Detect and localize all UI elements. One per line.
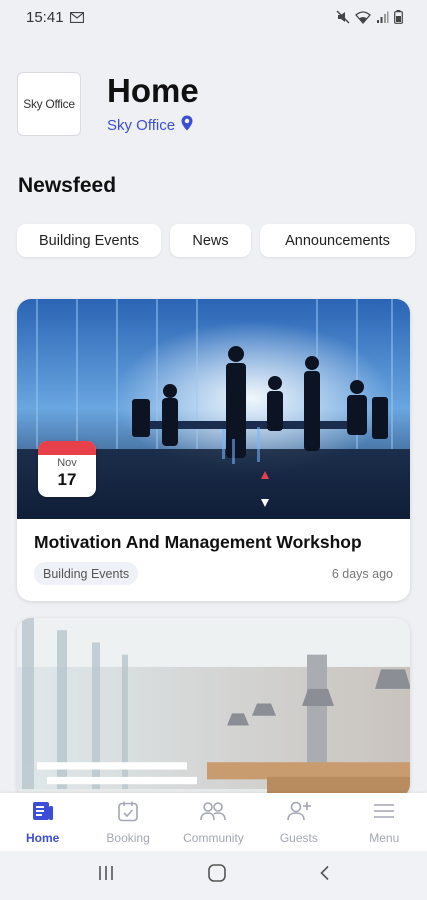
nav-item-booking[interactable]: Booking [86, 800, 171, 845]
event-date-month: Nov [57, 457, 77, 469]
nav-item-guests[interactable]: Guests [256, 800, 341, 845]
home-button-icon[interactable] [207, 864, 226, 887]
filter-chip-news[interactable]: News [170, 224, 251, 257]
status-left: 15:41 [26, 9, 84, 26]
nav-label-menu: Menu [369, 830, 400, 845]
mute-icon [336, 10, 350, 24]
nav-label-guests: Guests [279, 830, 318, 845]
hamburger-menu-icon [373, 800, 395, 827]
event-date-badge: Nov 17 [38, 441, 96, 497]
nav-item-home[interactable]: Home [0, 800, 85, 845]
nav-label-booking: Booking [106, 830, 150, 845]
news-card-time-ago: 6 days ago [331, 567, 393, 581]
wifi-icon [355, 10, 371, 24]
location-name: Sky Office [107, 116, 176, 134]
battery-icon [394, 10, 403, 24]
add-person-icon [286, 800, 312, 827]
gmail-notification-icon [69, 11, 84, 23]
home-icon [32, 800, 54, 827]
filter-chip-building-events[interactable]: Building Events [17, 224, 161, 257]
building-logo[interactable]: Sky Office [17, 72, 81, 136]
system-navigation-bar [0, 851, 427, 900]
news-card[interactable]: Nov 17 Motivation And Management Worksho… [17, 299, 410, 601]
news-card-category-tag: Building Events [34, 562, 139, 585]
building-logo-text: Sky Office [23, 97, 75, 111]
news-card-title: Motivation And Management Workshop [34, 532, 362, 552]
page-title: Home [107, 71, 199, 109]
location-pin-icon [181, 115, 193, 136]
people-icon [200, 800, 227, 827]
event-date-day: 17 [57, 470, 77, 489]
newsfeed-title: Newsfeed [18, 174, 117, 197]
back-icon[interactable] [319, 865, 331, 886]
calendar-check-icon [117, 800, 139, 827]
news-card-image [17, 618, 410, 798]
recent-apps-icon[interactable] [97, 865, 115, 886]
page-header: Sky Office Home Sky Office [17, 72, 199, 136]
status-time: 15:41 [26, 8, 64, 26]
bottom-navigation: Home Booking Community Guests Menu [0, 793, 427, 851]
status-right [336, 10, 403, 24]
news-card[interactable] [17, 618, 410, 798]
newsfeed-filters: Building Events News Announcements [17, 224, 415, 257]
nav-label-community: Community [183, 830, 244, 845]
signal-icon [376, 11, 389, 24]
date-badge-header [38, 441, 96, 455]
nav-item-community[interactable]: Community [171, 800, 256, 845]
header-text: Home Sky Office [107, 71, 199, 136]
status-bar: 15:41 [0, 0, 427, 34]
nav-item-menu[interactable]: Menu [342, 800, 427, 845]
nav-label-home: Home [26, 830, 60, 845]
filter-chip-announcements[interactable]: Announcements [260, 224, 415, 257]
location-selector[interactable]: Sky Office [107, 115, 199, 136]
